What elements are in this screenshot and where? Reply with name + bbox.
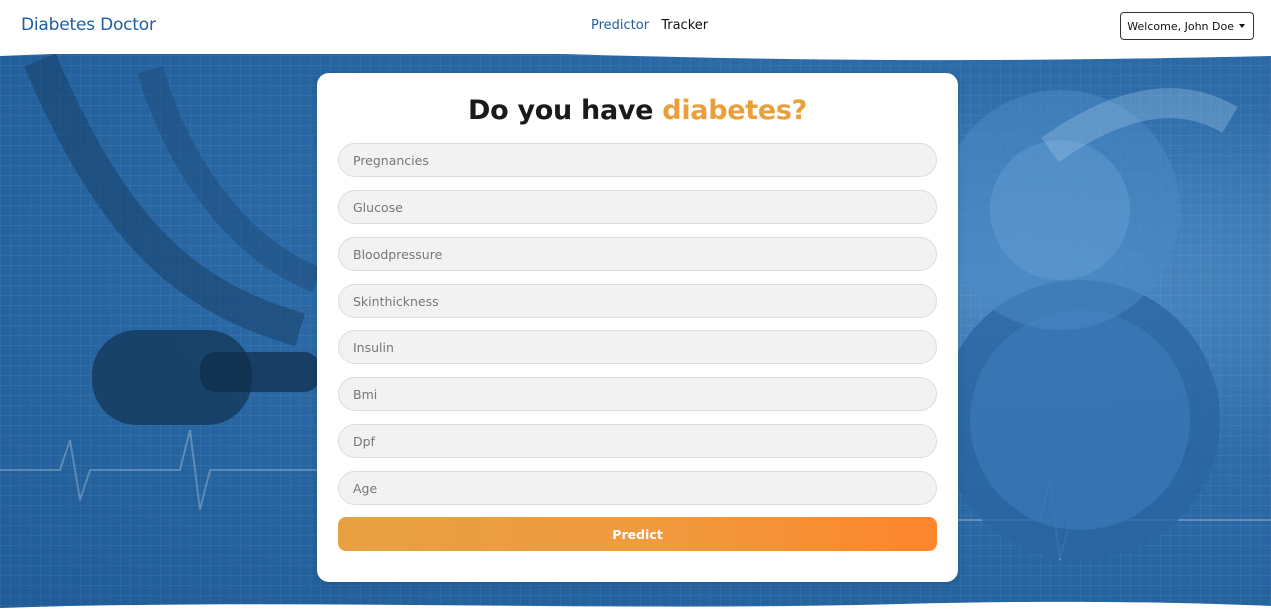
dpf-input[interactable] bbox=[338, 424, 937, 458]
glucose-input[interactable] bbox=[338, 190, 937, 224]
predict-button[interactable]: Predict bbox=[338, 517, 937, 551]
insulin-input[interactable] bbox=[338, 330, 937, 364]
pregnancies-input[interactable] bbox=[338, 143, 937, 177]
bmi-input[interactable] bbox=[338, 377, 937, 411]
nav-link-predictor[interactable]: Predictor bbox=[591, 18, 649, 33]
age-input[interactable] bbox=[338, 471, 937, 505]
nav-link-tracker[interactable]: Tracker bbox=[661, 18, 708, 33]
page-title: Do you have diabetes? bbox=[317, 95, 958, 126]
prediction-form-card: Do you have diabetes? Predict bbox=[317, 73, 958, 582]
bloodpressure-input[interactable] bbox=[338, 237, 937, 271]
user-menu-dropdown[interactable]: Welcome, John Doe bbox=[1120, 12, 1254, 40]
title-prefix: Do you have bbox=[468, 95, 654, 126]
title-accent: diabetes? bbox=[662, 95, 807, 126]
navbar: Diabetes Doctor Predictor Tracker Welcom… bbox=[0, 0, 1271, 54]
skinthickness-input[interactable] bbox=[338, 284, 937, 318]
user-menu-label: Welcome, John Doe bbox=[1127, 19, 1234, 33]
caret-down-icon bbox=[1239, 24, 1245, 28]
main-nav: Predictor Tracker bbox=[591, 18, 716, 33]
brand-logo-link[interactable]: Diabetes Doctor bbox=[21, 15, 156, 35]
